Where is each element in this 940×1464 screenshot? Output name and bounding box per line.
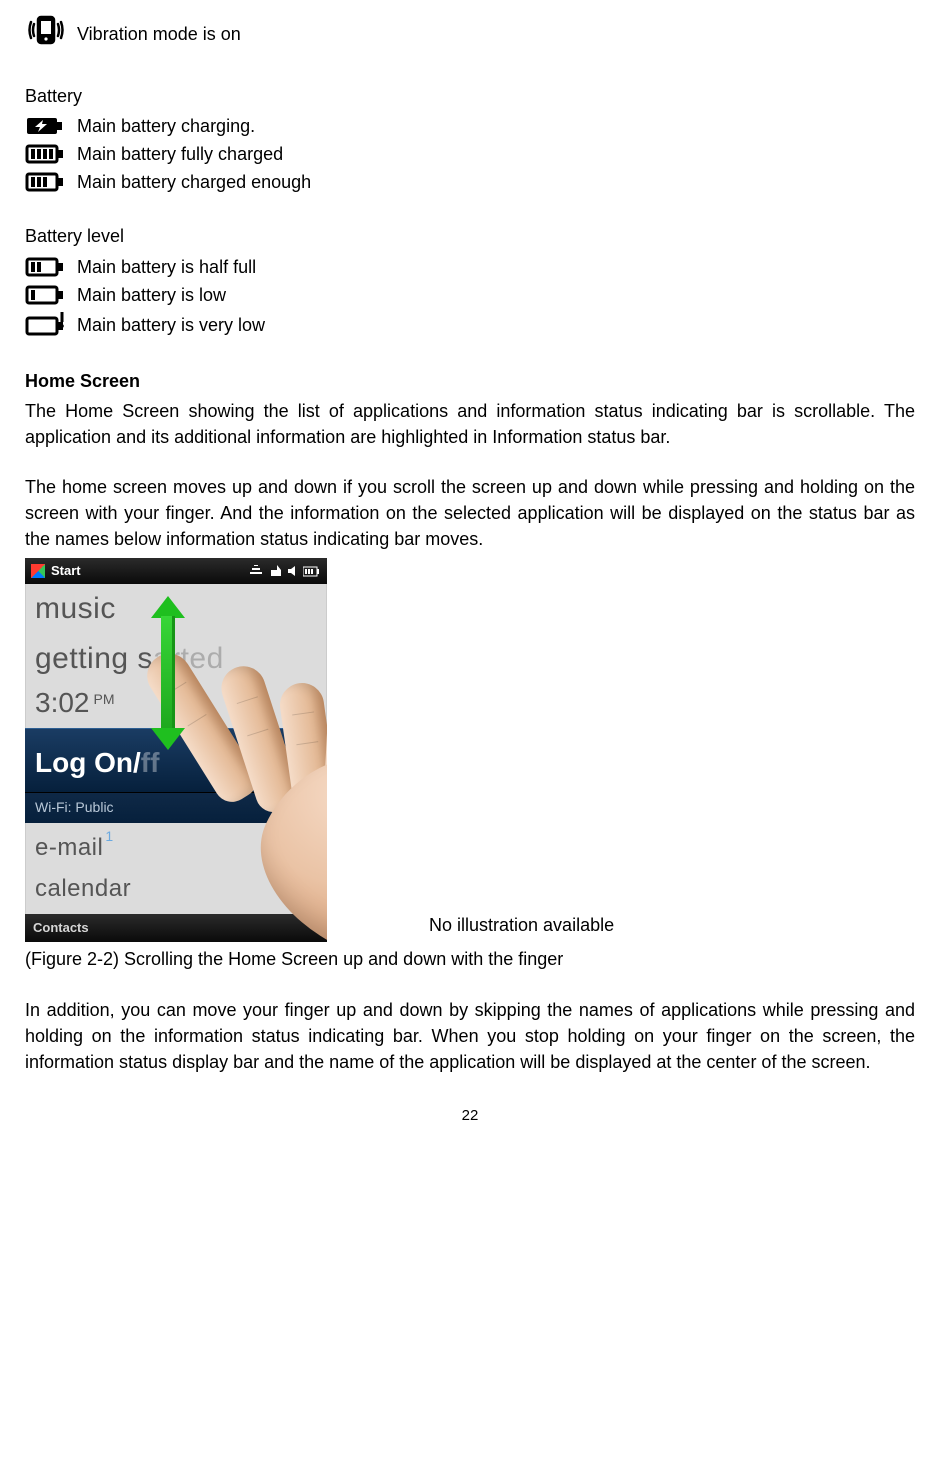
text-low: Main battery is low [77, 282, 226, 308]
icon-row-low: Main battery is low [25, 282, 915, 308]
icon-row-charging: Main battery charging. [25, 113, 915, 139]
icon-row-fully: Main battery fully charged [25, 141, 915, 167]
icon-row-vibration: Vibration mode is on [25, 12, 915, 55]
phone-start-label: Start [51, 562, 81, 581]
heading-home-screen: Home Screen [25, 368, 915, 394]
battery-verylow-icon [25, 312, 67, 338]
battery-full-icon [25, 143, 67, 165]
text-vibration: Vibration mode is on [77, 21, 241, 47]
text-fully: Main battery fully charged [77, 141, 283, 167]
text-verylow: Main battery is very low [77, 312, 265, 338]
phone-topbar: Start [25, 558, 327, 584]
text-no-illustration: No illustration available [339, 912, 614, 942]
windows-flag-icon [31, 564, 45, 578]
icon-row-enough: Main battery charged enough [25, 169, 915, 195]
page-number: 22 [25, 1105, 915, 1127]
phone-bottombar: Contacts [25, 914, 327, 942]
heading-battery: Battery [25, 83, 915, 109]
phone-status-icons [249, 565, 321, 577]
text-charging: Main battery charging. [77, 113, 255, 139]
text-half: Main battery is half full [77, 254, 256, 280]
paragraph-home-1: The Home Screen showing the list of appl… [25, 398, 915, 450]
battery-enough-icon [25, 171, 67, 193]
battery-low-icon [25, 284, 67, 306]
figure-caption: (Figure 2-2) Scrolling the Home Screen u… [25, 946, 915, 972]
vibration-icon [25, 12, 67, 55]
scroll-arrow-icon [155, 598, 181, 748]
paragraph-home-3: In addition, you can move your finger up… [25, 997, 915, 1075]
text-enough: Main battery charged enough [77, 169, 311, 195]
phone-mockup: Start music getting sarted 3:02PM Log On… [25, 558, 327, 942]
battery-half-icon [25, 256, 67, 278]
icon-row-verylow: Main battery is very low [25, 312, 915, 338]
paragraph-home-2: The home screen moves up and down if you… [25, 474, 915, 552]
figure-2-2: Start music getting sarted 3:02PM Log On… [25, 558, 915, 942]
finger-illustration [195, 638, 327, 898]
icon-row-half: Main battery is half full [25, 254, 915, 280]
heading-battery-level: Battery level [25, 223, 915, 249]
battery-charging-icon [25, 114, 67, 138]
